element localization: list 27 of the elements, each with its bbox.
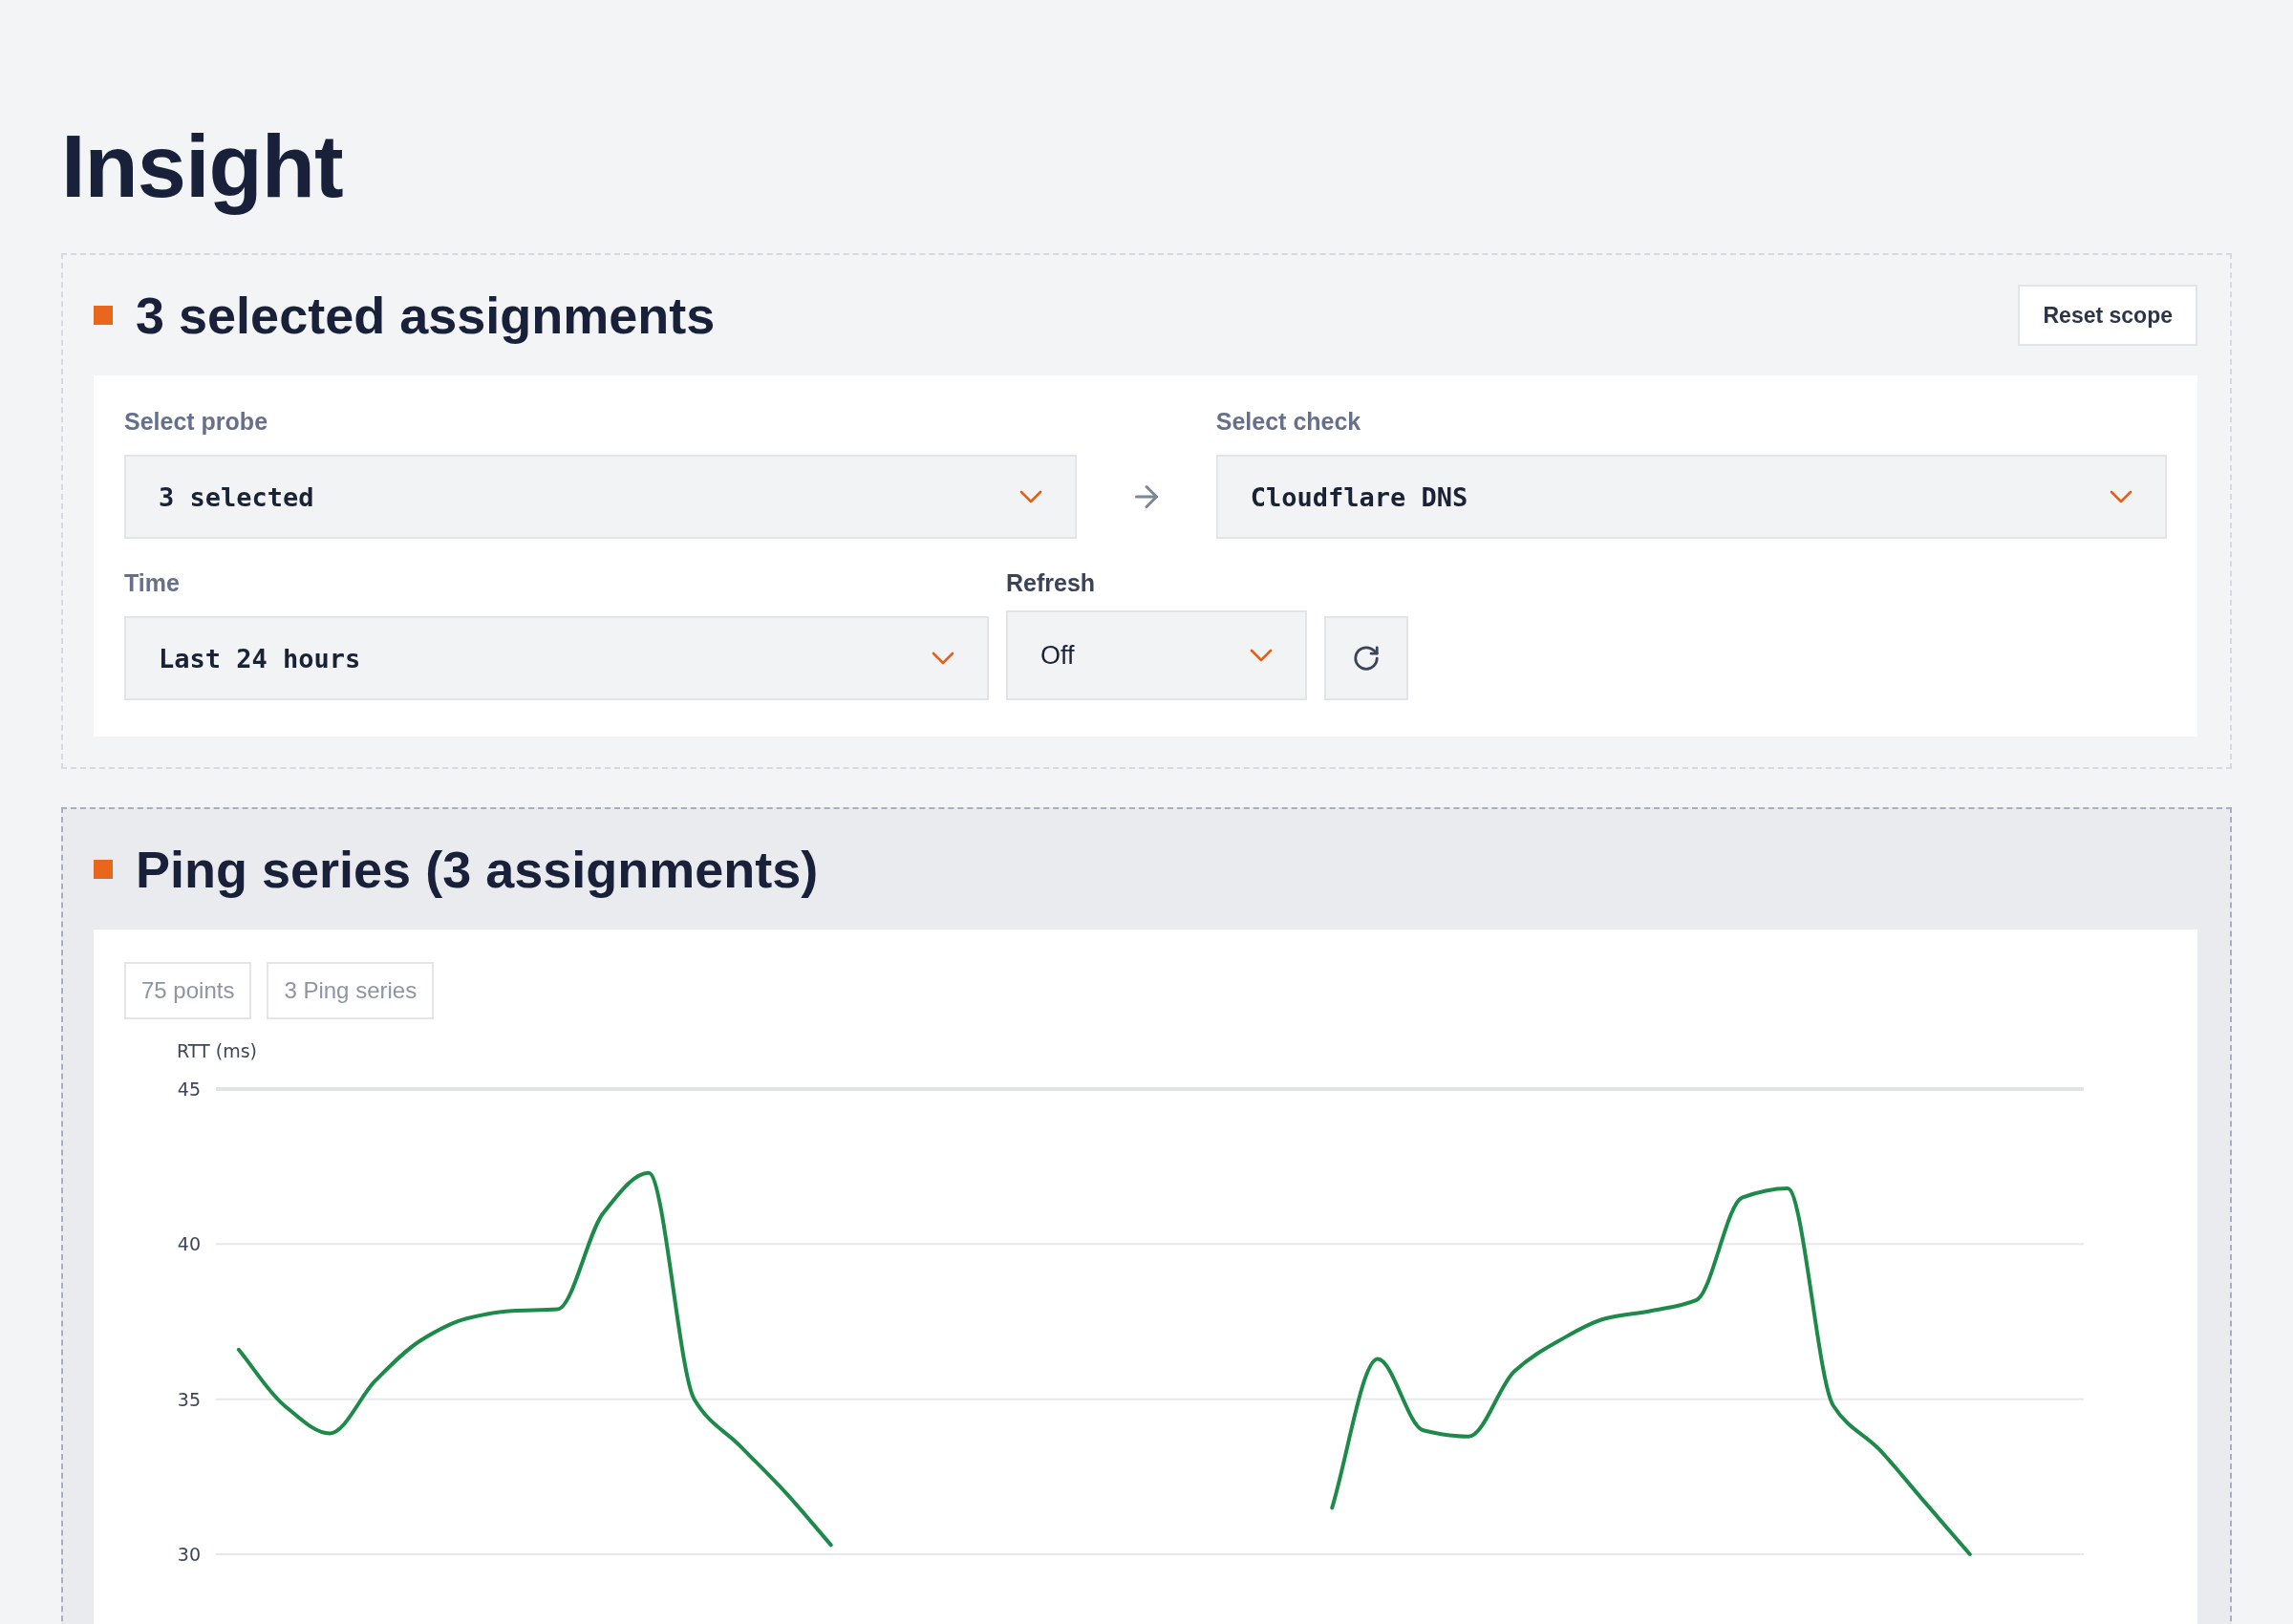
chevron-down-icon — [932, 652, 954, 666]
chevron-down-icon — [1250, 649, 1273, 663]
section-marker — [94, 860, 113, 880]
refresh-icon — [1352, 644, 1381, 673]
field-label: Refresh — [1006, 569, 1097, 598]
section-marker — [94, 306, 113, 326]
count-badge: 75 points — [124, 962, 252, 1020]
check-select[interactable]: Cloudflare DNS — [1215, 455, 2167, 540]
tick-label: 30 — [177, 1544, 201, 1566]
count-badge: 3 Ping series — [267, 962, 435, 1020]
tick-label: 45 — [177, 1079, 201, 1100]
axis-title: RTT (ms) — [177, 1040, 257, 1062]
section-title: Ping series (3 assignments) — [136, 840, 819, 900]
chevron-down-icon — [2110, 490, 2132, 504]
tick-label: 40 — [177, 1233, 201, 1255]
chevron-down-icon — [1019, 490, 1043, 504]
field-label: Select probe — [124, 408, 269, 437]
page-title: Insight — [61, 118, 344, 216]
refresh-select[interactable]: Off — [1006, 610, 1307, 701]
refresh-button[interactable] — [1324, 616, 1408, 701]
field-label: Select check — [1215, 408, 1362, 437]
tick-label: 35 — [177, 1388, 201, 1410]
probe-select[interactable]: 3 selected — [124, 455, 1078, 540]
reset-scope-button[interactable]: Reset scope — [2018, 285, 2197, 347]
time-select[interactable]: Last 24 hours — [124, 616, 989, 701]
section-title: 3 selected assignments — [136, 286, 716, 346]
field-label: Time — [124, 569, 181, 598]
